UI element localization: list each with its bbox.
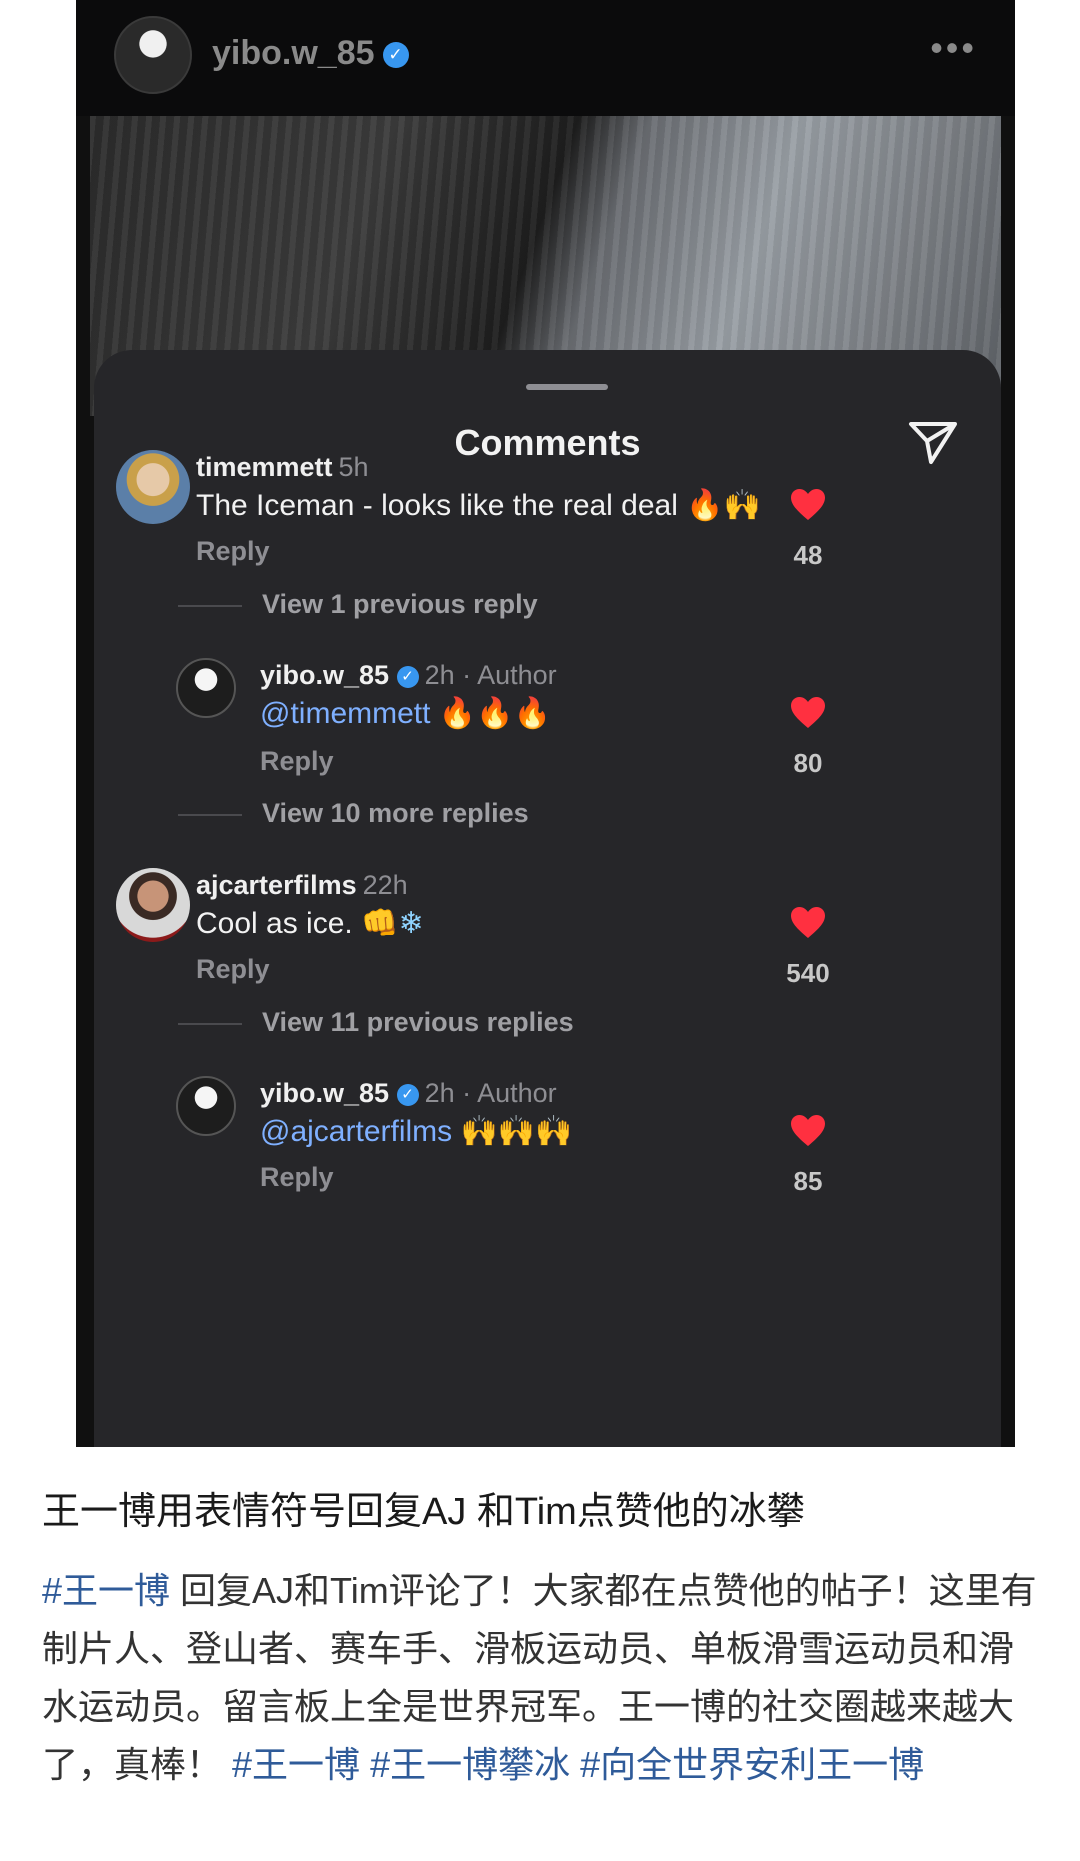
avatar[interactable] [116,868,190,942]
avatar[interactable] [114,16,192,94]
verified-badge-icon: ✓ [396,665,419,688]
hashtag-link[interactable]: #王一博 [42,1570,170,1611]
instagram-screenshot: yibo.w_85 ✓ ••• Comments timemmett 5h The … [76,0,1015,1447]
hashtag-link[interactable]: #王一博攀冰 [370,1744,570,1785]
share-icon[interactable] [905,414,961,470]
like-count: 540 [786,958,830,988]
reply-button[interactable]: Reply [196,536,270,567]
reply-button[interactable]: Reply [260,1162,334,1193]
avatar[interactable] [176,1076,236,1136]
comment-time: 5h [338,452,369,482]
reply-button[interactable]: Reply [260,746,334,777]
comment-text: @ajcarterfilms 🙌🙌🙌 [260,1114,573,1149]
emoji: 🔥🔥🔥 [438,696,551,731]
comment-time: 22h [362,870,408,900]
heart-icon[interactable] [790,696,826,730]
hashtag-link[interactable]: #王一博 [232,1744,360,1785]
emoji: 🙌🙌🙌 [460,1114,573,1149]
avatar[interactable] [176,658,236,718]
emoji: 🔥🙌 [686,488,761,523]
view-replies-link[interactable]: View 11 previous replies [262,1007,574,1038]
hashtag-link[interactable]: #向全世界安利王一博 [580,1744,924,1785]
like-count: 80 [793,748,823,778]
reply-button[interactable]: Reply [196,954,270,985]
comment-username[interactable]: yibo.w_85 [260,1078,389,1108]
article-title: 王一博用表情符号回复AJ 和Tim点赞他的冰攀 [42,1491,805,1533]
comment-text: Cool as ice. 👊❄ [196,906,424,941]
heart-icon[interactable] [790,906,826,940]
avatar[interactable] [116,450,190,524]
post-username[interactable]: yibo.w_85 ✓ [212,34,409,73]
mention-link[interactable]: @timemmett [260,697,430,730]
heart-icon[interactable] [790,488,826,522]
comments-sheet: Comments timemmett 5h The Iceman - looks … [94,350,1001,1447]
comment-text: @timemmett 🔥🔥🔥 [260,696,551,731]
comment-username[interactable]: timemmett [196,452,333,482]
view-replies-link[interactable]: View 10 more replies [262,798,529,829]
more-horizontal-icon[interactable]: ••• [930,30,977,66]
comment-time: 2h · Author [424,660,557,690]
verified-badge-icon: ✓ [396,1083,419,1106]
view-replies-link[interactable]: View 1 previous reply [262,589,538,620]
heart-icon[interactable] [790,1114,826,1148]
verified-badge-icon: ✓ [382,42,409,69]
comment-username[interactable]: yibo.w_85 [260,660,389,690]
article-body: #王一博 回复AJ和Tim评论了！大家都在点赞他的帖子！这里有制片人、登山者、赛… [42,1570,1037,1785]
like-count: 48 [793,540,823,570]
comment-time: 2h · Author [424,1078,557,1108]
comment-username[interactable]: ajcarterfilms [196,870,357,900]
drag-handle[interactable] [526,384,608,390]
comment-text: The Iceman - looks like the real deal 🔥🙌 [196,488,761,523]
like-count: 85 [793,1166,823,1196]
post-header: yibo.w_85 ✓ ••• [76,0,1015,116]
emoji: 👊❄ [361,906,424,941]
mention-link[interactable]: @ajcarterfilms [260,1115,452,1148]
